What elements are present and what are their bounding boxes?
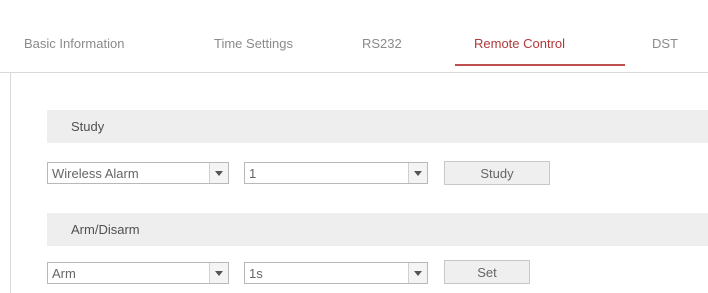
chevron-down-icon [215, 171, 223, 176]
arm-mode-value: Arm [52, 266, 76, 281]
study-button-label: Study [480, 166, 514, 181]
set-button-label: Set [477, 265, 497, 280]
tab-rs232[interactable]: RS232 [362, 36, 402, 51]
arm-number-value: 1s [249, 266, 263, 281]
chevron-down-icon [414, 171, 422, 176]
study-mode-dropdown-button[interactable] [209, 163, 228, 183]
set-button[interactable]: Set [444, 260, 530, 284]
arm-number-dropdown-button[interactable] [408, 263, 427, 283]
arm-section-header: Arm/Disarm [47, 213, 708, 246]
arm-mode-dropdown-button[interactable] [209, 263, 228, 283]
arm-number-select[interactable]: 1s [244, 262, 428, 284]
study-section-title: Study [71, 119, 105, 134]
tab-time-settings[interactable]: Time Settings [214, 36, 293, 51]
active-tab-underline [455, 64, 625, 66]
study-number-select[interactable]: 1 [244, 162, 428, 184]
tab-basic-information[interactable]: Basic Information [24, 36, 124, 51]
study-section-header: Study [47, 110, 708, 143]
tab-dst[interactable]: DST [652, 36, 678, 51]
study-mode-value: Wireless Alarm [52, 166, 139, 181]
study-number-dropdown-button[interactable] [408, 163, 427, 183]
remote-control-page: Basic Information Time Settings RS232 Re… [0, 0, 708, 293]
study-mode-select[interactable]: Wireless Alarm [47, 162, 229, 184]
tab-bar: Basic Information Time Settings RS232 Re… [0, 0, 708, 73]
chevron-down-icon [414, 271, 422, 276]
arm-mode-select[interactable]: Arm [47, 262, 229, 284]
study-number-value: 1 [249, 166, 257, 181]
tab-remote-control[interactable]: Remote Control [474, 36, 565, 51]
arm-section-title: Arm/Disarm [71, 222, 140, 237]
study-button[interactable]: Study [444, 161, 550, 185]
chevron-down-icon [215, 271, 223, 276]
